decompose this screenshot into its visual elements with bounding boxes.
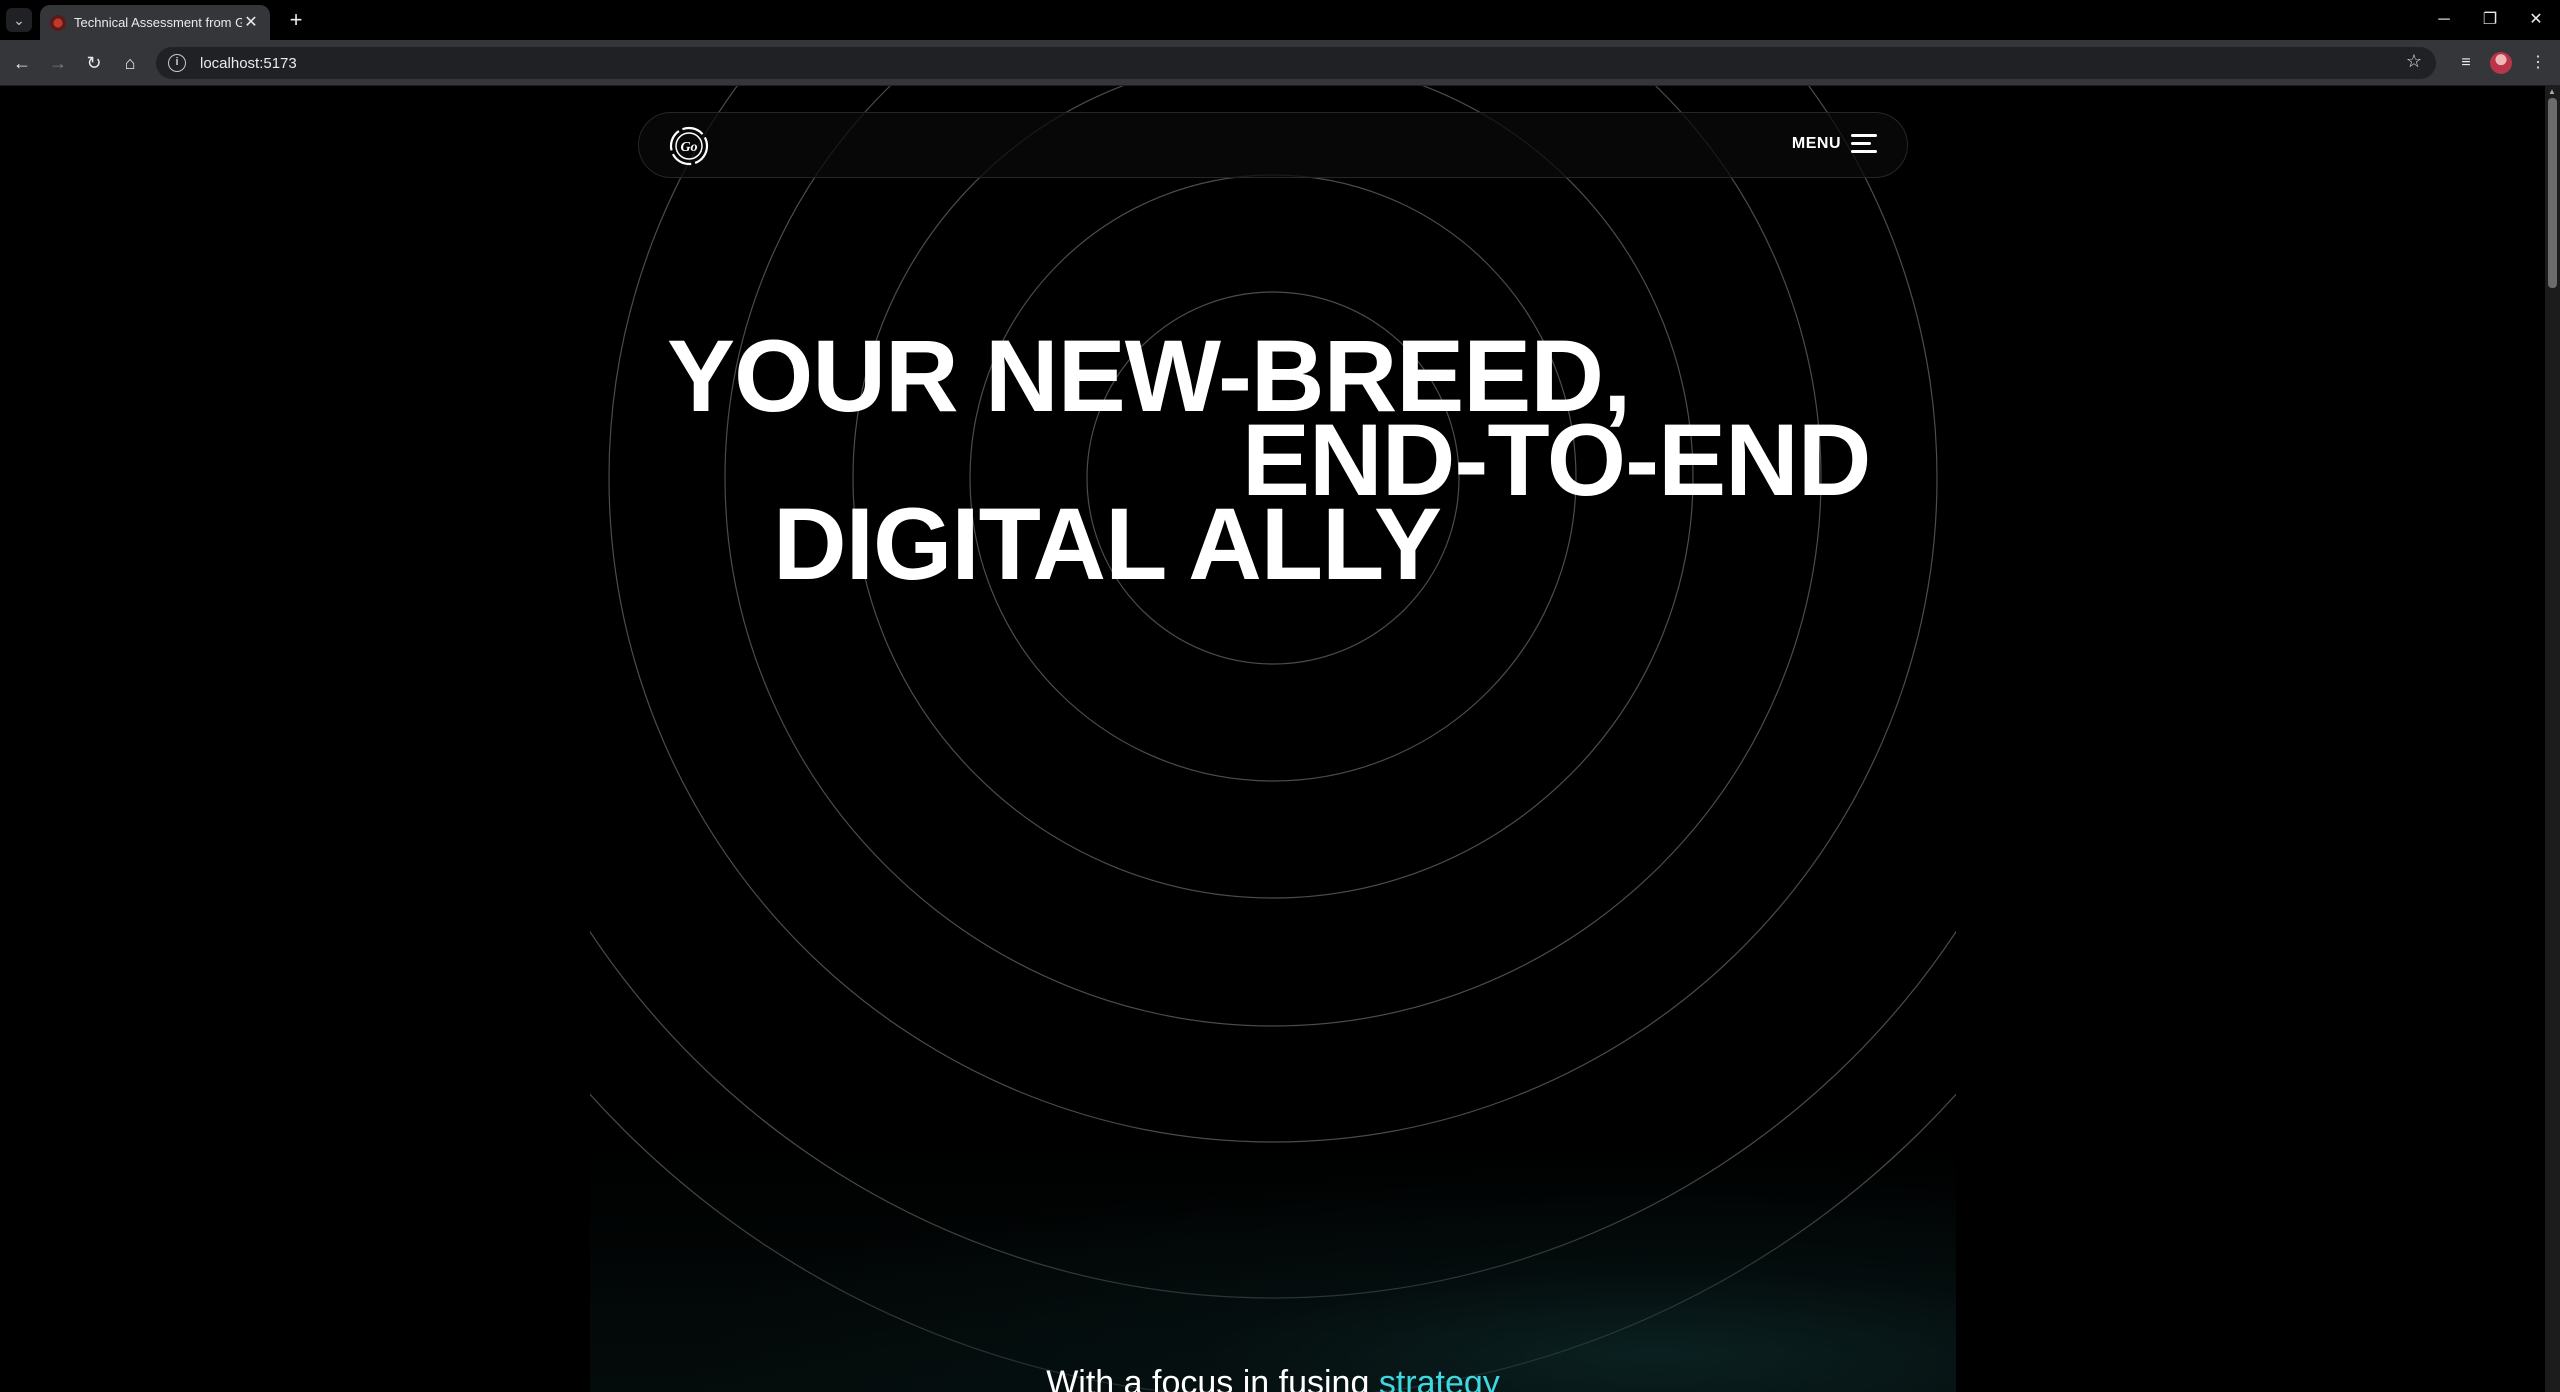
ring [608,86,1938,1143]
browser-menu-icon[interactable]: ⋮ [2524,49,2552,77]
tab-close-icon[interactable]: ✕ [242,14,260,32]
close-window-button[interactable]: ✕ [2518,6,2554,34]
home-icon[interactable]: ⌂ [116,49,144,77]
new-tab-button[interactable]: + [282,7,310,35]
browser-tab-bar: ⌄ Technical Assessment from Gro ✕ + ─ ❐ … [0,0,2560,40]
back-arrow-icon[interactable]: ← [8,49,36,77]
page-scrollbar[interactable]: ▲ [2545,86,2560,1392]
media-controls-icon[interactable]: ≡ [2452,49,2480,77]
chevron-down-icon: ⌄ [13,11,25,28]
forward-arrow-icon[interactable]: → [44,49,72,77]
restore-window-button[interactable]: ❐ [2472,6,2508,34]
address-bar[interactable]: i localhost:5173 ☆ [156,47,2436,79]
hero-heading-line-3: DIGITAL ALLY [773,487,1442,601]
address-url[interactable]: localhost:5173 [200,55,297,72]
hero-subheading: With a focus in fusing strategy [590,1364,1956,1392]
menu-label: MENU [1791,135,1841,152]
tab-title: Technical Assessment from Gro [74,15,242,30]
browser-tab[interactable]: Technical Assessment from Gro ✕ [40,5,270,40]
scroll-up-arrow-icon[interactable]: ▲ [2548,88,2557,96]
reload-icon[interactable]: ↻ [80,49,108,77]
minimize-window-button[interactable]: ─ [2426,6,2462,34]
ring [590,930,1956,1299]
browser-toolbar: ← → ↻ ⌂ i localhost:5173 ☆ ≡ ⋮ [0,40,2560,86]
profile-avatar-icon[interactable] [2490,52,2512,74]
subheading-text: With a focus in fusing [1046,1364,1379,1392]
scrollbar-thumb[interactable] [2548,98,2557,288]
hamburger-icon [1851,133,1877,155]
go-logo-icon[interactable]: Go [669,126,709,166]
tab-favicon-icon [50,14,66,31]
tab-search-button[interactable]: ⌄ [6,8,32,32]
background-glow [590,1146,1956,1392]
subheading-accent: strategy [1378,1364,1500,1392]
menu-button[interactable]: MENU [1792,133,1877,155]
bookmark-star-icon[interactable]: ☆ [2406,51,2422,72]
page-viewport: Go MENU YOUR NEW-BREED, END-TO-END DIGIT… [0,86,2545,1392]
site-header: Go MENU [638,112,1908,178]
hero-section: Go MENU YOUR NEW-BREED, END-TO-END DIGIT… [590,86,1956,1392]
site-info-icon[interactable]: i [168,54,186,72]
logo-text: Go [680,140,697,155]
